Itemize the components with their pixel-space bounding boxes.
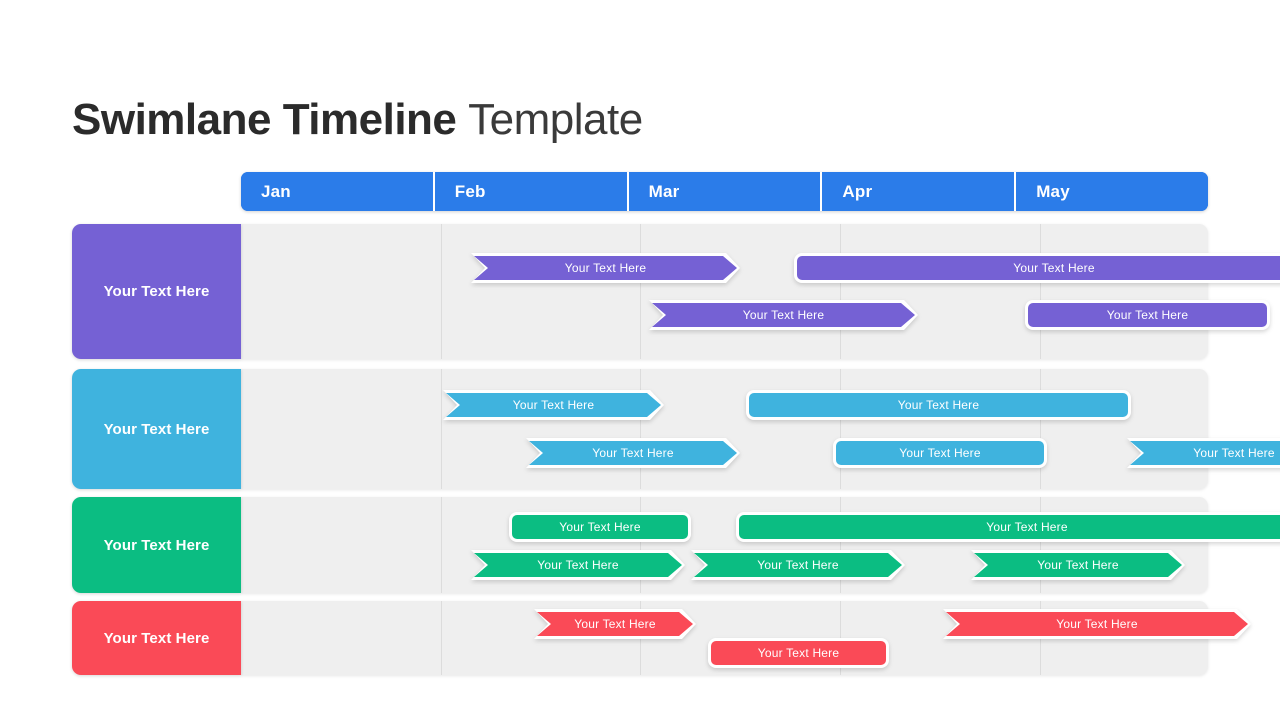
task-bar-fill <box>446 393 661 417</box>
task-bar-fill <box>537 612 693 636</box>
task-bar-fill <box>1028 303 1267 327</box>
task-bar-fill <box>652 303 915 327</box>
task-bar-fill <box>797 256 1280 280</box>
task-bar-fill <box>529 441 737 465</box>
task-bar[interactable]: Your Text Here <box>708 638 889 668</box>
month-column-header-mar[interactable]: Mar <box>626 172 821 211</box>
task-bar-fill <box>1130 441 1280 465</box>
month-gridline-1 <box>441 497 442 593</box>
task-bar-fill <box>711 641 886 665</box>
month-gridline-1 <box>441 601 442 675</box>
swimlane-label-text: Your Text Here <box>103 283 210 300</box>
month-column-header-jan[interactable]: Jan <box>241 172 433 211</box>
month-gridline-3 <box>840 369 841 489</box>
task-bar[interactable]: Your Text Here <box>946 612 1248 636</box>
swimlane-label-2[interactable]: Your Text Here <box>72 369 241 489</box>
task-bar[interactable]: Your Text Here <box>1025 300 1270 330</box>
task-bar-fill <box>474 553 682 577</box>
month-column-header-feb[interactable]: Feb <box>432 172 627 211</box>
month-gridline-4 <box>1040 224 1041 359</box>
page-title-light: Template <box>468 95 643 145</box>
month-label: Apr <box>842 181 873 201</box>
task-bar-fill <box>946 612 1248 636</box>
page-title-bold: Swimlane Timeline <box>72 95 457 145</box>
swimlane-row-2: Your Text Here Your Text Here Your Text He… <box>72 369 1208 489</box>
task-bar-fill <box>749 393 1128 417</box>
month-gridline-1 <box>441 224 442 359</box>
swimlane-row-1: Your Text Here Your Text Here Your Text He… <box>72 224 1280 359</box>
swimlane-track-background <box>241 224 1208 359</box>
month-column-header-may[interactable]: May <box>1014 172 1208 211</box>
task-bar[interactable]: Your Text Here <box>833 438 1047 468</box>
task-bar-fill <box>474 256 737 280</box>
swimlane-row-3: Your Text Here Your Text Here Your Text He… <box>72 497 1280 593</box>
task-bar[interactable]: Your Text Here <box>537 612 693 636</box>
swimlane-label-4[interactable]: Your Text Here <box>72 601 241 675</box>
swimlane-label-3[interactable]: Your Text Here <box>72 497 241 593</box>
task-bar[interactable]: Your Text Here <box>529 441 737 465</box>
month-gridline-1 <box>441 369 442 489</box>
swimlane-label-1[interactable]: Your Text Here <box>72 224 241 359</box>
task-bar[interactable]: Your Text Here <box>474 553 682 577</box>
task-bar[interactable]: Your Text Here <box>1130 441 1280 465</box>
task-bar[interactable]: Your Text Here <box>974 553 1182 577</box>
swimlane-label-text: Your Text Here <box>103 629 210 647</box>
task-bar[interactable]: Your Text Here <box>746 390 1131 420</box>
task-bar[interactable]: Your Text Here <box>694 553 902 577</box>
swimlane-row-4: Your Text Here Your Text Here Your Text He… <box>72 601 1208 675</box>
task-bar-fill <box>512 515 688 539</box>
task-bar[interactable]: Your Text Here <box>736 512 1280 542</box>
task-bar[interactable]: Your Text Here <box>474 256 737 280</box>
swimlane-track-background <box>241 369 1208 489</box>
month-label: Jan <box>261 181 291 201</box>
month-label: Feb <box>454 181 486 201</box>
month-gridline-2 <box>640 369 641 489</box>
task-bar[interactable]: Your Text Here <box>446 393 661 417</box>
month-label: May <box>1036 181 1070 201</box>
month-gridline-3 <box>840 224 841 359</box>
task-bar[interactable]: Your Text Here <box>652 303 915 327</box>
swimlane-label-text: Your Text Here <box>103 536 210 554</box>
task-bar-fill <box>694 553 902 577</box>
month-header-bar: Jan Feb Mar Apr May <box>241 172 1208 211</box>
task-bar[interactable]: Your Text Here <box>509 512 691 542</box>
task-bar-fill <box>836 441 1044 465</box>
page-title: Swimlane Timeline Template <box>72 91 643 149</box>
task-bar-fill <box>974 553 1182 577</box>
swimlane-label-text: Your Text Here <box>103 420 210 438</box>
month-column-header-apr[interactable]: Apr <box>820 172 1015 211</box>
month-gridline-4 <box>1040 369 1041 489</box>
task-bar-fill <box>739 515 1280 539</box>
month-label: Mar <box>648 181 680 201</box>
month-gridline-2 <box>640 224 641 359</box>
task-bar[interactable]: Your Text Here <box>794 253 1280 283</box>
swimlane-timeline-chart: Swimlane Timeline Template Jan Feb Mar Apr M… <box>0 0 1280 720</box>
